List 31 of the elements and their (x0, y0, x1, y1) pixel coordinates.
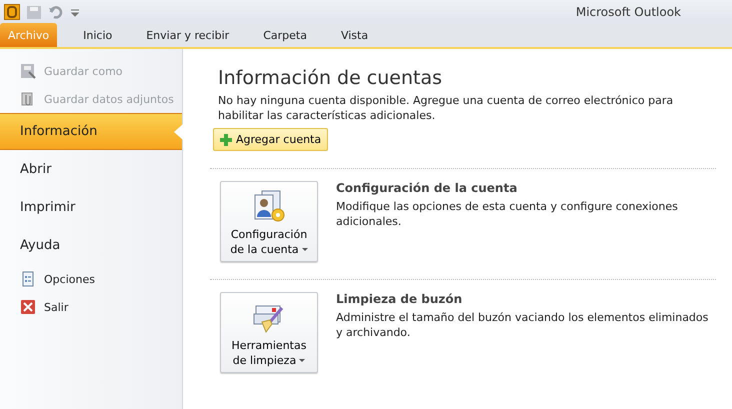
caret-icon (302, 248, 308, 252)
plus-icon (220, 134, 232, 146)
menu-command[interactable]: Opciones (0, 265, 182, 293)
ribbon-tab[interactable]: Enviar y recibir (132, 23, 244, 47)
menu-tab[interactable]: Ayuda (0, 227, 182, 264)
section-description: Administre el tamaño del buzón vaciando los elementos eliminados y archivando. (336, 310, 710, 340)
ribbon-tab[interactable]: Vista (326, 23, 382, 47)
menu-tab[interactable]: Imprimir (0, 189, 182, 226)
menu-command[interactable]: Salir (0, 293, 182, 321)
add-account-button[interactable]: Agregar cuenta (213, 128, 328, 151)
page-title: Información de cuentas (218, 67, 444, 89)
section-title: Limpieza de buzón (336, 292, 464, 306)
save-as-icon (20, 63, 36, 79)
ribbon-tab[interactable]: Carpeta (249, 23, 321, 47)
menu-tab[interactable]: Abrir (0, 151, 182, 188)
info-message: No hay ninguna cuenta disponible. Agregue una cuenta de correo electrónico para habilitar las características adicionales. (218, 93, 674, 123)
dropdown-button[interactable]: Configuración de la cuenta (220, 181, 318, 262)
account-settings-icon (252, 189, 286, 223)
dropdown-button[interactable]: Herramientas de limpieza (220, 292, 318, 373)
caret-icon (299, 358, 306, 363)
customize-menu-icon (70, 6, 80, 16)
close-icon (20, 299, 36, 315)
window-title: Microsoft Outlook (576, 4, 681, 18)
section-description: Modifique las opciones de esta cuenta y configure conexiones adicionales. (336, 199, 679, 229)
save-icon (26, 4, 42, 20)
app-logo-icon (4, 4, 20, 20)
ribbon-tab[interactable]: Inicio (69, 23, 126, 47)
document-icon (20, 271, 36, 287)
section-title: Configuración de la cuenta (336, 181, 518, 195)
menu-tab[interactable]: Información (0, 113, 182, 150)
undo-icon (48, 4, 64, 20)
